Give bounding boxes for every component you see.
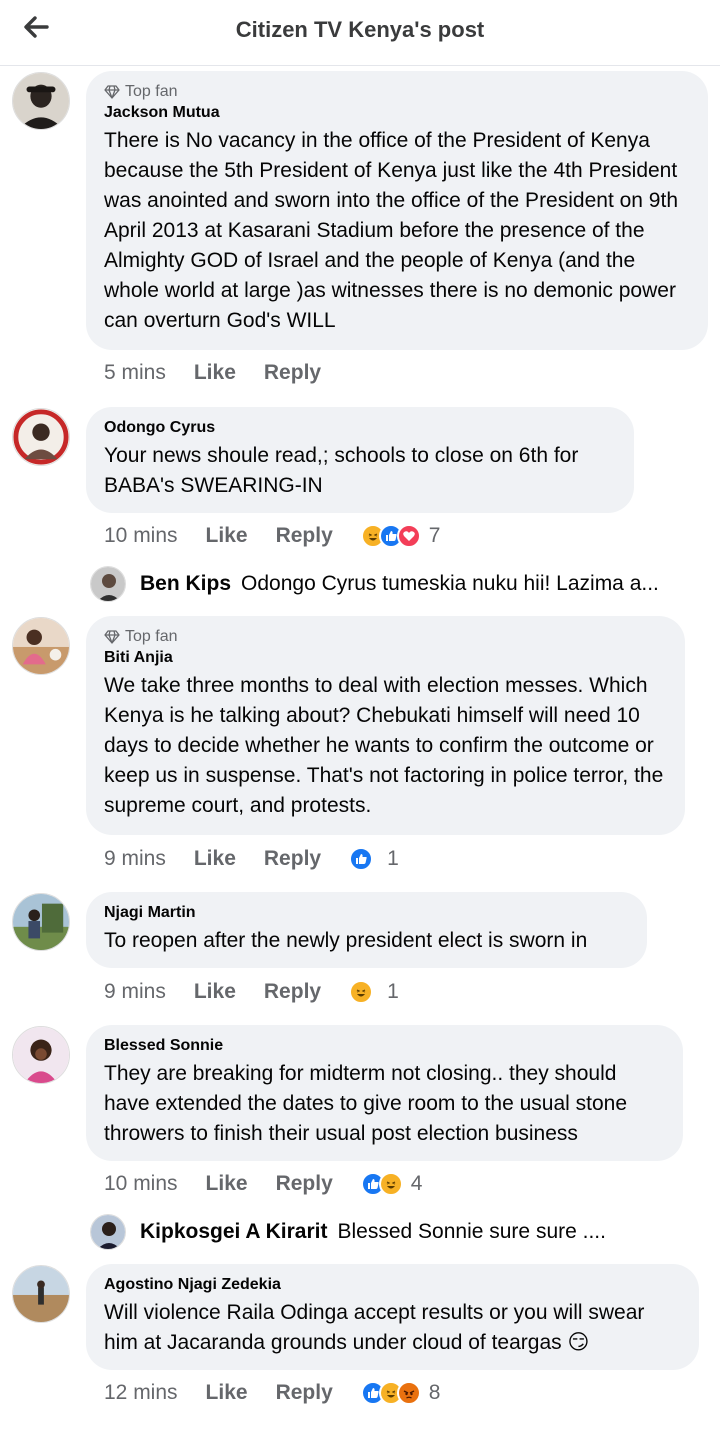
like-button[interactable]: Like	[194, 980, 236, 1004]
comment-bubble: Odongo Cyrus Your news shoule read,; sch…	[86, 407, 634, 513]
comment-author[interactable]: Agostino Njagi Zedekia	[104, 1276, 681, 1294]
reply-text: Blessed Sonnie sure sure ....	[337, 1220, 606, 1243]
comment-author[interactable]: Odongo Cyrus	[104, 419, 616, 437]
comment-author[interactable]: Biti Anjia	[104, 649, 667, 667]
like-button[interactable]: Like	[206, 524, 248, 548]
comment-bubble: Agostino Njagi Zedekia Will violence Rai…	[86, 1264, 699, 1370]
comment-text: We take three months to deal with electi…	[104, 674, 664, 817]
reaction-count: 7	[428, 524, 441, 547]
reply-button[interactable]: Reply	[276, 1172, 333, 1196]
badge-label: Top fan	[125, 628, 178, 645]
reply-text: Odongo Cyrus tumeskia nuku hii! Lazima a…	[241, 572, 659, 595]
reply-preview[interactable]: Kipkosgei A Kirarit Blessed Sonnie sure …	[90, 1214, 606, 1250]
comment-actions: 5 mins Like Reply	[104, 361, 349, 385]
reply-button[interactable]: Reply	[264, 361, 321, 385]
avatar[interactable]	[12, 617, 70, 675]
reaction-count: 4	[410, 1172, 423, 1195]
comment-actions: 9 mins Like Reply 1	[104, 980, 399, 1004]
diamond-icon	[104, 630, 120, 644]
comment-time[interactable]: 5 mins	[104, 361, 166, 385]
reaction-summary[interactable]: 8	[360, 1381, 441, 1405]
avatar[interactable]	[12, 1026, 70, 1084]
comment-time[interactable]: 10 mins	[104, 1172, 178, 1196]
comment-actions: 12 mins Like Reply 8	[104, 1381, 440, 1405]
reaction-summary[interactable]: 7	[360, 524, 441, 548]
like-icon	[349, 847, 374, 871]
reply-button[interactable]: Reply	[276, 1381, 333, 1405]
avatar[interactable]	[12, 408, 70, 466]
comment-bubble: Njagi Martin To reopen after the newly p…	[86, 892, 647, 968]
comment-author[interactable]: Jackson Mutua	[104, 104, 690, 122]
comment-text: Your news shoule read,; schools to close…	[104, 444, 579, 497]
haha-icon	[378, 1172, 403, 1196]
avatar[interactable]	[12, 72, 70, 130]
reaction-count: 1	[387, 980, 399, 1003]
top-bar: Citizen TV Kenya's post	[0, 0, 720, 66]
top-fan-badge: Top fan	[104, 628, 667, 646]
comment-time[interactable]: 10 mins	[104, 524, 178, 548]
reply-author[interactable]: Ben Kips	[140, 572, 231, 596]
avatar	[90, 1214, 126, 1250]
comment-author[interactable]: Blessed Sonnie	[104, 1037, 665, 1055]
angry-icon	[396, 1381, 421, 1405]
diamond-icon	[104, 85, 120, 99]
comment-bubble: Blessed Sonnie They are breaking for mid…	[86, 1025, 683, 1161]
comment-time[interactable]: 9 mins	[104, 980, 166, 1004]
reply-button[interactable]: Reply	[276, 524, 333, 548]
like-button[interactable]: Like	[194, 361, 236, 385]
reaction-count: 1	[387, 847, 399, 870]
comment-time[interactable]: 12 mins	[104, 1381, 178, 1405]
top-fan-badge: Top fan	[104, 83, 690, 101]
comment-author[interactable]: Njagi Martin	[104, 904, 629, 922]
page-title: Citizen TV Kenya's post	[235, 17, 485, 42]
like-button[interactable]: Like	[194, 847, 236, 871]
comment-actions: 9 mins Like Reply 1	[104, 847, 399, 871]
reaction-count: 8	[428, 1381, 441, 1404]
reply-button[interactable]: Reply	[264, 980, 321, 1004]
reaction-summary[interactable]: 1	[349, 980, 399, 1004]
comment-text: To reopen after the newly president elec…	[104, 929, 588, 952]
like-button[interactable]: Like	[206, 1172, 248, 1196]
like-button[interactable]: Like	[206, 1381, 248, 1405]
avatar[interactable]	[12, 893, 70, 951]
avatar	[90, 566, 126, 602]
comment-actions: 10 mins Like Reply 7	[104, 524, 440, 548]
comment-text: Will violence Raila Odinga accept result…	[104, 1301, 645, 1354]
reaction-summary[interactable]: 4	[360, 1172, 423, 1196]
comment-text: They are breaking for midterm not closin…	[104, 1062, 628, 1145]
love-icon	[396, 524, 421, 548]
badge-label: Top fan	[125, 83, 178, 100]
haha-icon	[349, 980, 374, 1004]
reply-preview[interactable]: Ben Kips Odongo Cyrus tumeskia nuku hii!…	[90, 566, 659, 602]
comment-bubble: Top fan Biti Anjia We take three months …	[86, 616, 685, 835]
comment-text: There is No vacancy in the office of the…	[104, 129, 678, 332]
reply-button[interactable]: Reply	[264, 847, 321, 871]
avatar[interactable]	[12, 1265, 70, 1323]
reaction-summary[interactable]: 1	[349, 847, 399, 871]
comment-actions: 10 mins Like Reply 4	[104, 1172, 422, 1196]
comment-time[interactable]: 9 mins	[104, 847, 166, 871]
comment-bubble: Top fan Jackson Mutua There is No vacanc…	[86, 71, 708, 350]
reply-author[interactable]: Kipkosgei A Kirarit	[140, 1220, 327, 1244]
